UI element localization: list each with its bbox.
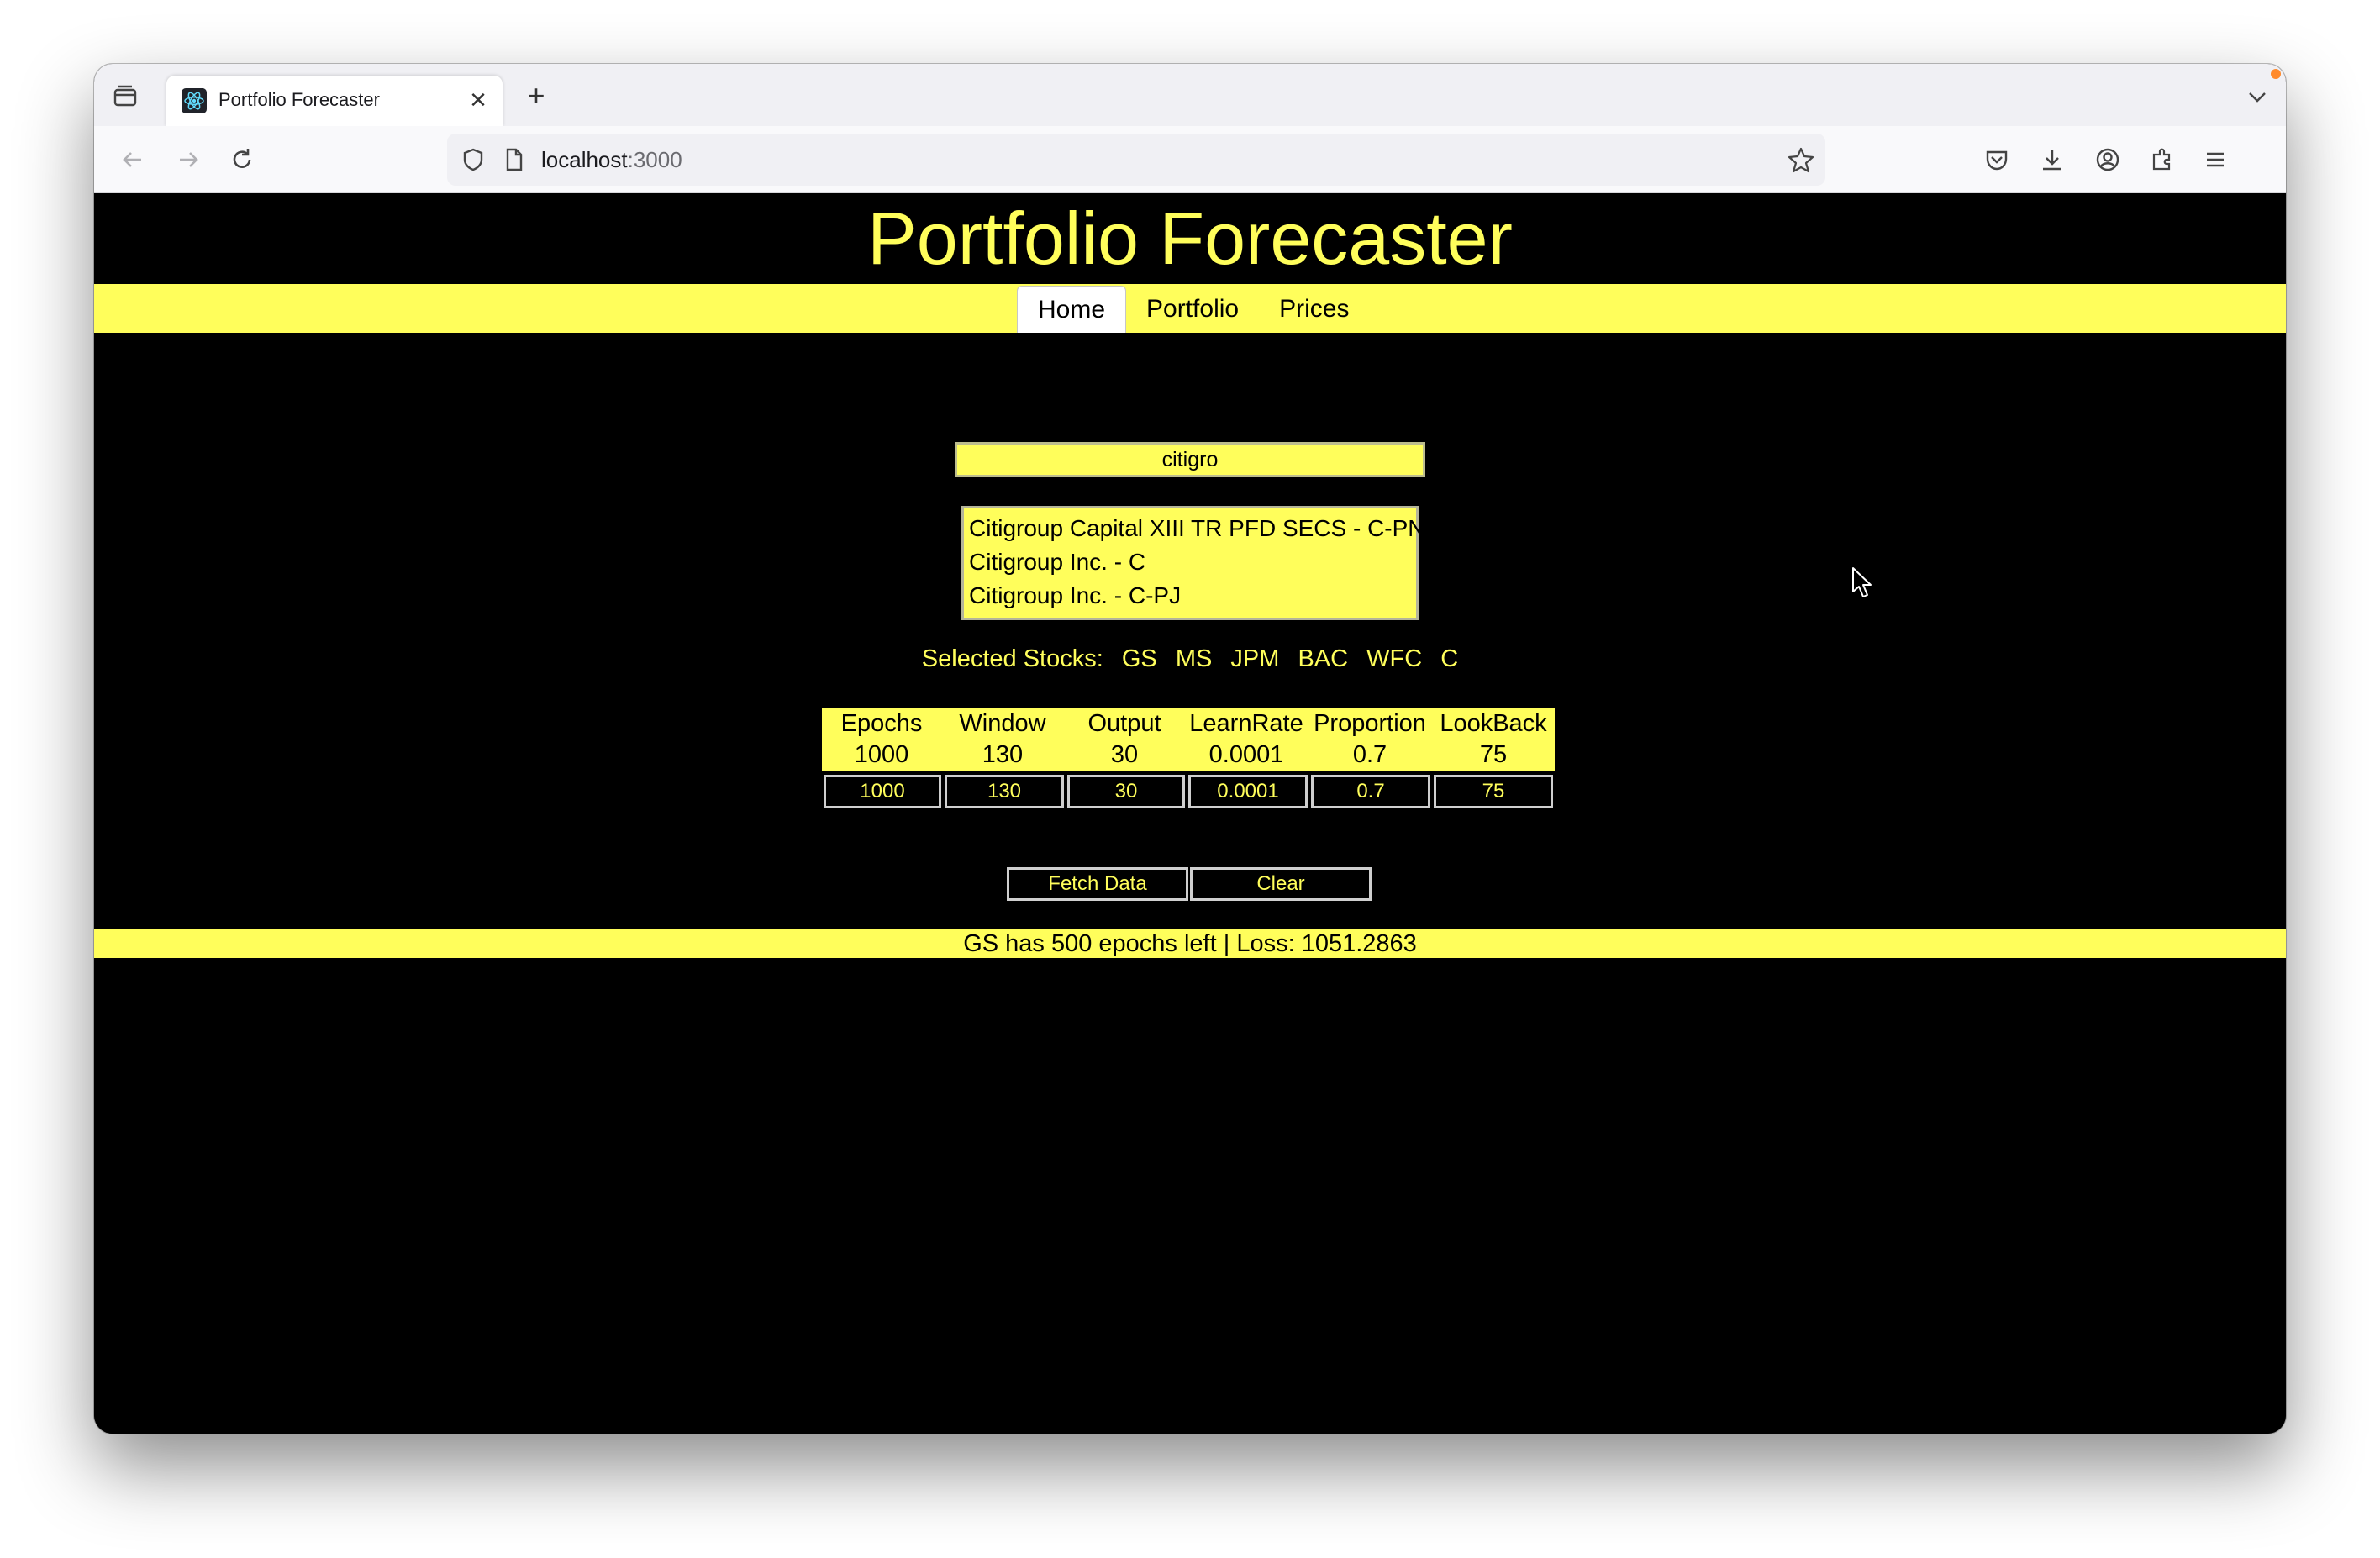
param-value: 0.7	[1352, 741, 1387, 768]
new-tab-icon[interactable]: +	[519, 81, 553, 113]
param-value: 30	[1110, 741, 1139, 768]
bookmark-star-icon[interactable]	[1785, 144, 1817, 176]
param-output: Output 30	[1064, 708, 1185, 771]
url-text[interactable]: localhost:3000	[541, 147, 682, 173]
param-value: 130	[982, 741, 1024, 768]
selected-stocks: Selected Stocks: GS MS JPM BAC WFC C	[94, 645, 2286, 673]
address-bar[interactable]: localhost:3000	[447, 134, 1825, 186]
lookback-input[interactable]	[1434, 775, 1553, 808]
param-header: Output	[1087, 710, 1161, 737]
pocket-icon[interactable]	[1980, 143, 2014, 176]
list-all-tabs-icon[interactable]	[2242, 82, 2272, 111]
param-header: Epochs	[840, 710, 923, 737]
download-icon[interactable]	[2035, 143, 2069, 176]
react-icon	[182, 88, 207, 113]
extensions-icon[interactable]	[2145, 143, 2178, 176]
fetch-data-button[interactable]: Fetch Data	[1007, 867, 1188, 901]
selected-stock[interactable]: GS	[1122, 645, 1157, 672]
shield-icon[interactable]	[457, 144, 489, 176]
browser-window: Portfolio Forecaster ✕ + localhost:3000 …	[94, 64, 2286, 1434]
param-header: Window	[959, 710, 1046, 737]
param-window: Window 130	[941, 708, 1064, 771]
selected-stock[interactable]: MS	[1176, 645, 1213, 672]
selected-stock[interactable]: BAC	[1298, 645, 1348, 672]
page-info-icon[interactable]	[498, 144, 529, 176]
selected-stocks-label: Selected Stocks:	[921, 645, 1103, 672]
stock-search-input[interactable]	[955, 442, 1425, 477]
search-results: Citigroup Capital XIII TR PFD SECS - C-P…	[961, 506, 1425, 620]
epochs-input[interactable]	[824, 775, 941, 808]
back-icon[interactable]	[116, 143, 150, 176]
param-value: 0.0001	[1208, 741, 1284, 768]
close-tab-icon[interactable]: ✕	[466, 87, 491, 113]
notification-dot	[2271, 69, 2281, 79]
page-content: Portfolio Forecaster Home Portfolio Pric…	[94, 193, 2286, 1434]
param-header: LearnRate	[1189, 710, 1303, 737]
param-header: LookBack	[1440, 710, 1547, 737]
param-value: 75	[1479, 741, 1508, 768]
nav-toolbar: localhost:3000	[94, 126, 2286, 193]
mouse-cursor-icon	[1852, 567, 1872, 597]
param-value: 1000	[854, 741, 909, 768]
proportion-input[interactable]	[1311, 775, 1430, 808]
menu-bar: Home Portfolio Prices	[94, 284, 2286, 333]
param-learnrate: LearnRate 0.0001	[1185, 708, 1308, 771]
forward-icon[interactable]	[171, 143, 205, 176]
output-input[interactable]	[1067, 775, 1185, 808]
status-bar: GS has 500 epochs left | Loss: 1051.2863	[94, 929, 2286, 958]
tab-title: Portfolio Forecaster	[219, 89, 380, 110]
learnrate-input[interactable]	[1188, 775, 1308, 808]
parameters-table: Epochs 1000 Window 130 Output 30 LearnRa…	[822, 708, 1555, 771]
search-result-item[interactable]: Citigroup Capital XIII TR PFD SECS - C-P…	[969, 512, 1425, 545]
url-port: :3000	[627, 147, 682, 172]
param-epochs: Epochs 1000	[822, 708, 941, 771]
menu-icon[interactable]	[2198, 143, 2232, 176]
tab-portfolio[interactable]: Portfolio	[1126, 286, 1259, 333]
tab-prices[interactable]: Prices	[1259, 286, 1369, 333]
param-header: Proportion	[1314, 710, 1426, 737]
selected-stock[interactable]: WFC	[1366, 645, 1422, 672]
tab-home[interactable]: Home	[1017, 286, 1127, 333]
clear-button[interactable]: Clear	[1190, 867, 1372, 901]
tab-bar: Portfolio Forecaster ✕ +	[94, 64, 2286, 126]
url-host: localhost	[541, 147, 628, 172]
window-input[interactable]	[945, 775, 1064, 808]
search-result-item[interactable]: Citigroup Inc. - C	[969, 545, 1411, 579]
browser-tab[interactable]: Portfolio Forecaster ✕	[166, 76, 503, 126]
tab-overview-icon[interactable]	[109, 82, 141, 111]
param-lookback: LookBack 75	[1432, 708, 1555, 771]
search-result-item[interactable]: Citigroup Inc. - C-PJ	[969, 579, 1411, 613]
selected-stock[interactable]: C	[1440, 645, 1458, 672]
reload-icon[interactable]	[225, 143, 259, 176]
selected-stock[interactable]: JPM	[1230, 645, 1279, 672]
main-menu: Home Portfolio Prices	[1017, 286, 1369, 333]
page-title: Portfolio Forecaster	[867, 197, 1513, 280]
account-icon[interactable]	[2091, 143, 2125, 176]
param-proportion: Proportion 0.7	[1308, 708, 1432, 771]
